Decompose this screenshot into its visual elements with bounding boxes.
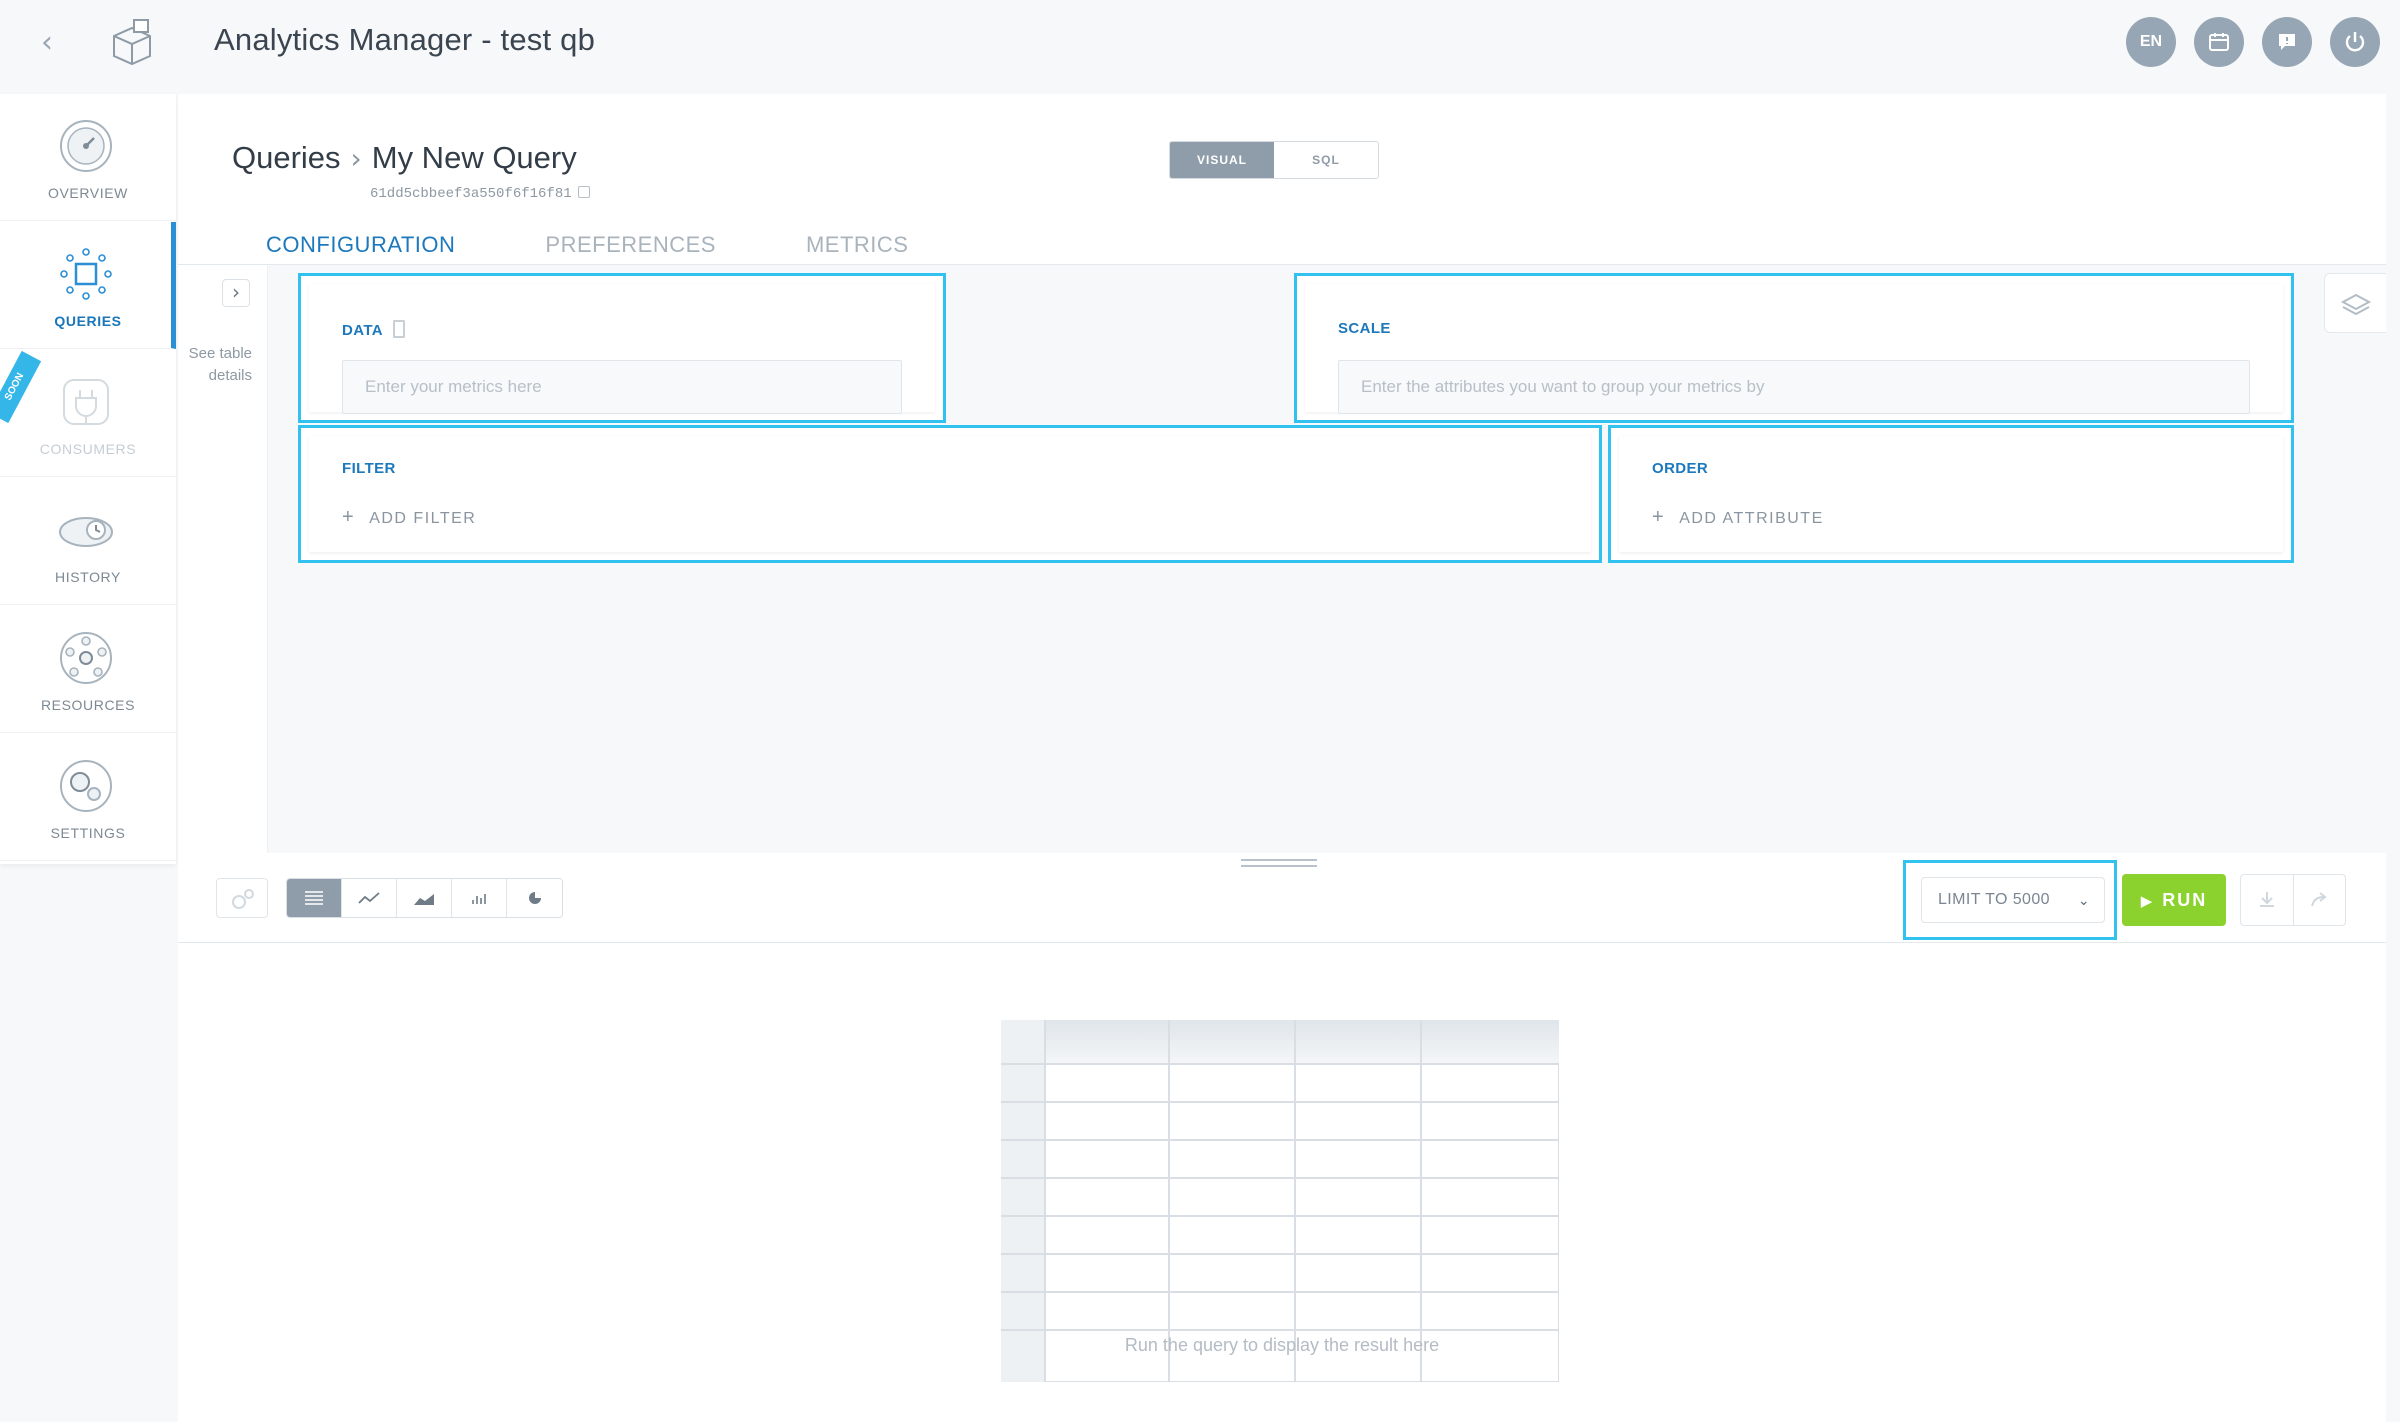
back-chevron-icon[interactable]: ‹: [30, 26, 64, 60]
plus-icon: +: [342, 506, 356, 528]
gauge-icon: [60, 120, 112, 172]
sql-mode-button[interactable]: SQL: [1274, 142, 1378, 178]
gears-icon: [60, 760, 112, 812]
play-icon: ▶: [2140, 893, 2155, 910]
chip-icon: [60, 248, 112, 300]
query-id-text: 61dd5cbbeef3a550f6f16f81: [370, 186, 572, 202]
scale-panel: SCALE Enter the attributes you want to g…: [1294, 273, 2294, 423]
chart-settings-button[interactable]: [216, 878, 268, 918]
language-button[interactable]: EN: [2126, 17, 2176, 67]
calendar-icon: [2209, 33, 2229, 51]
pie-chart-button[interactable]: [507, 879, 562, 917]
box-logo-icon: [106, 18, 158, 70]
download-button[interactable]: [2241, 875, 2294, 925]
area-chart-button[interactable]: [397, 879, 452, 917]
configuration-area: DATA Enter your metrics here SCALE Enter…: [268, 265, 2386, 853]
sidebar-item-label: HISTORY: [55, 569, 121, 585]
breadcrumb-root[interactable]: Queries: [232, 140, 341, 176]
app-title: Analytics Manager - test qb: [214, 22, 596, 57]
sidebar-item-resources[interactable]: RESOURCES: [0, 606, 176, 733]
sidebar-item-queries[interactable]: QUERIES: [0, 222, 176, 349]
gears-icon: [232, 889, 254, 909]
power-icon: [2345, 32, 2365, 52]
add-filter-button[interactable]: + ADD FILTER: [342, 506, 476, 529]
plus-icon: +: [1652, 506, 1666, 528]
filter-panel-title: FILTER: [342, 460, 396, 477]
power-button[interactable]: [2330, 17, 2380, 67]
run-button[interactable]: ▶ RUN: [2122, 874, 2226, 926]
bar-chart-icon: [472, 894, 486, 904]
sidebar-item-label: CONSUMERS: [39, 441, 137, 457]
sidebar-item-label: RESOURCES: [40, 697, 136, 713]
query-id: 61dd5cbbeef3a550f6f16f81: [370, 186, 590, 202]
export-actions: [2240, 874, 2346, 926]
top-bar: ‹ Analytics Manager - test qb EN: [0, 0, 2400, 88]
line-chart-icon: [358, 892, 380, 904]
sidebar-item-label: SETTINGS: [50, 825, 126, 841]
empty-result-message: Run the query to display the result here: [1124, 1335, 1440, 1355]
sidebar: OVERVIEW QUERIES SOON CONSUMERS HISTORY: [0, 94, 176, 864]
data-panel-title: DATA: [342, 320, 406, 339]
list-icon: [305, 891, 323, 905]
results-divider: [178, 942, 2386, 943]
visualization-switcher: [286, 878, 563, 918]
limit-dropdown[interactable]: LIMIT TO 5000 ⌄: [1921, 877, 2105, 923]
metrics-input[interactable]: Enter your metrics here: [342, 360, 902, 414]
soon-badge: SOON: [0, 350, 42, 424]
resize-handle[interactable]: [1241, 859, 1317, 867]
breadcrumb-separator-icon: ›: [350, 141, 362, 175]
plug-icon: [63, 379, 109, 425]
copy-icon[interactable]: [577, 186, 590, 198]
expand-chevron-icon[interactable]: ›: [222, 279, 250, 307]
add-attribute-button[interactable]: + ADD ATTRIBUTE: [1652, 506, 1824, 529]
breadcrumb: Queries › My New Query: [232, 140, 577, 176]
see-table-details-label[interactable]: See table details: [178, 343, 252, 387]
chevron-down-icon: ⌄: [2077, 892, 2090, 908]
chat-icon: [2279, 34, 2295, 50]
main-panel: Queries › My New Query 61dd5cbbeef3a550f…: [178, 94, 2386, 1422]
mode-toggle: VISUAL SQL: [1169, 141, 1379, 179]
area-chart-icon: [414, 894, 434, 905]
tab-metrics[interactable]: METRICS: [806, 232, 909, 267]
scale-panel-title: SCALE: [1338, 320, 1391, 337]
bar-chart-button[interactable]: [452, 879, 507, 917]
sidebar-item-consumers: SOON CONSUMERS: [0, 350, 176, 477]
layers-icon: [2340, 293, 2372, 316]
chat-button[interactable]: [2262, 17, 2312, 67]
line-chart-button[interactable]: [342, 879, 397, 917]
data-panel: DATA Enter your metrics here: [298, 273, 946, 423]
sidebar-item-label: OVERVIEW: [47, 185, 128, 201]
layers-button[interactable]: [2324, 273, 2386, 333]
pie-chart-icon: [528, 892, 541, 904]
table-view-button[interactable]: [287, 879, 342, 917]
sidebar-item-history[interactable]: HISTORY: [0, 478, 176, 605]
download-icon: [2259, 892, 2274, 907]
share-icon: [2311, 892, 2327, 907]
sidebar-item-settings[interactable]: SETTINGS: [0, 734, 176, 861]
order-panel: ORDER + ADD ATTRIBUTE: [1608, 425, 2294, 563]
network-icon: [60, 632, 112, 684]
table-details-column: › See table details: [178, 265, 268, 853]
attributes-input[interactable]: Enter the attributes you want to group y…: [1338, 360, 2250, 414]
sidebar-item-label: QUERIES: [54, 313, 122, 329]
filter-panel: FILTER + ADD FILTER: [298, 425, 1602, 563]
calendar-button[interactable]: [2194, 17, 2244, 67]
visual-mode-button[interactable]: VISUAL: [1170, 142, 1274, 178]
page-title: My New Query: [371, 140, 577, 175]
document-icon[interactable]: [393, 320, 406, 338]
empty-table-illustration: [1001, 1020, 1559, 1382]
limit-highlight: LIMIT TO 5000 ⌄: [1903, 860, 2117, 940]
tab-configuration[interactable]: CONFIGURATION: [266, 232, 456, 267]
tab-bar: CONFIGURATION PREFERENCES METRICS: [266, 232, 998, 267]
timeline-icon: [59, 517, 113, 547]
order-panel-title: ORDER: [1652, 460, 1709, 477]
share-button[interactable]: [2294, 875, 2346, 925]
tab-preferences[interactable]: PREFERENCES: [545, 232, 716, 267]
sidebar-item-overview[interactable]: OVERVIEW: [0, 94, 176, 221]
